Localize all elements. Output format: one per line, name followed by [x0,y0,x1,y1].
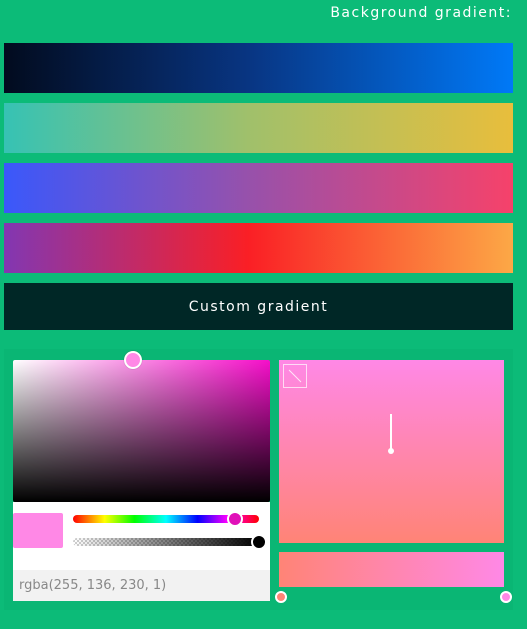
custom-gradient-button[interactable]: Custom gradient [4,283,513,330]
linear-gradient-icon[interactable] [283,364,307,388]
gradient-preset-2[interactable] [4,103,513,153]
angle-indicator-dot[interactable] [388,448,394,454]
current-color-preview [13,513,63,548]
saturation-value-area[interactable] [13,360,270,502]
saturation-value-handle[interactable] [124,351,142,369]
gradient-stop-handle-start[interactable] [275,591,287,603]
alpha-slider[interactable] [73,538,259,546]
hue-slider-handle[interactable] [227,511,243,527]
gradient-stop-handle-end[interactable] [500,591,512,603]
gradient-preset-1[interactable] [4,43,513,93]
rgba-input[interactable] [13,570,270,601]
panel-title: Background gradient: [330,5,512,21]
gradient-stops-bar[interactable] [279,552,504,587]
gradient-preset-3[interactable] [4,163,513,213]
gradient-preset-4[interactable] [4,223,513,273]
angle-indicator-line[interactable] [390,414,392,452]
alpha-slider-handle[interactable] [251,534,267,550]
